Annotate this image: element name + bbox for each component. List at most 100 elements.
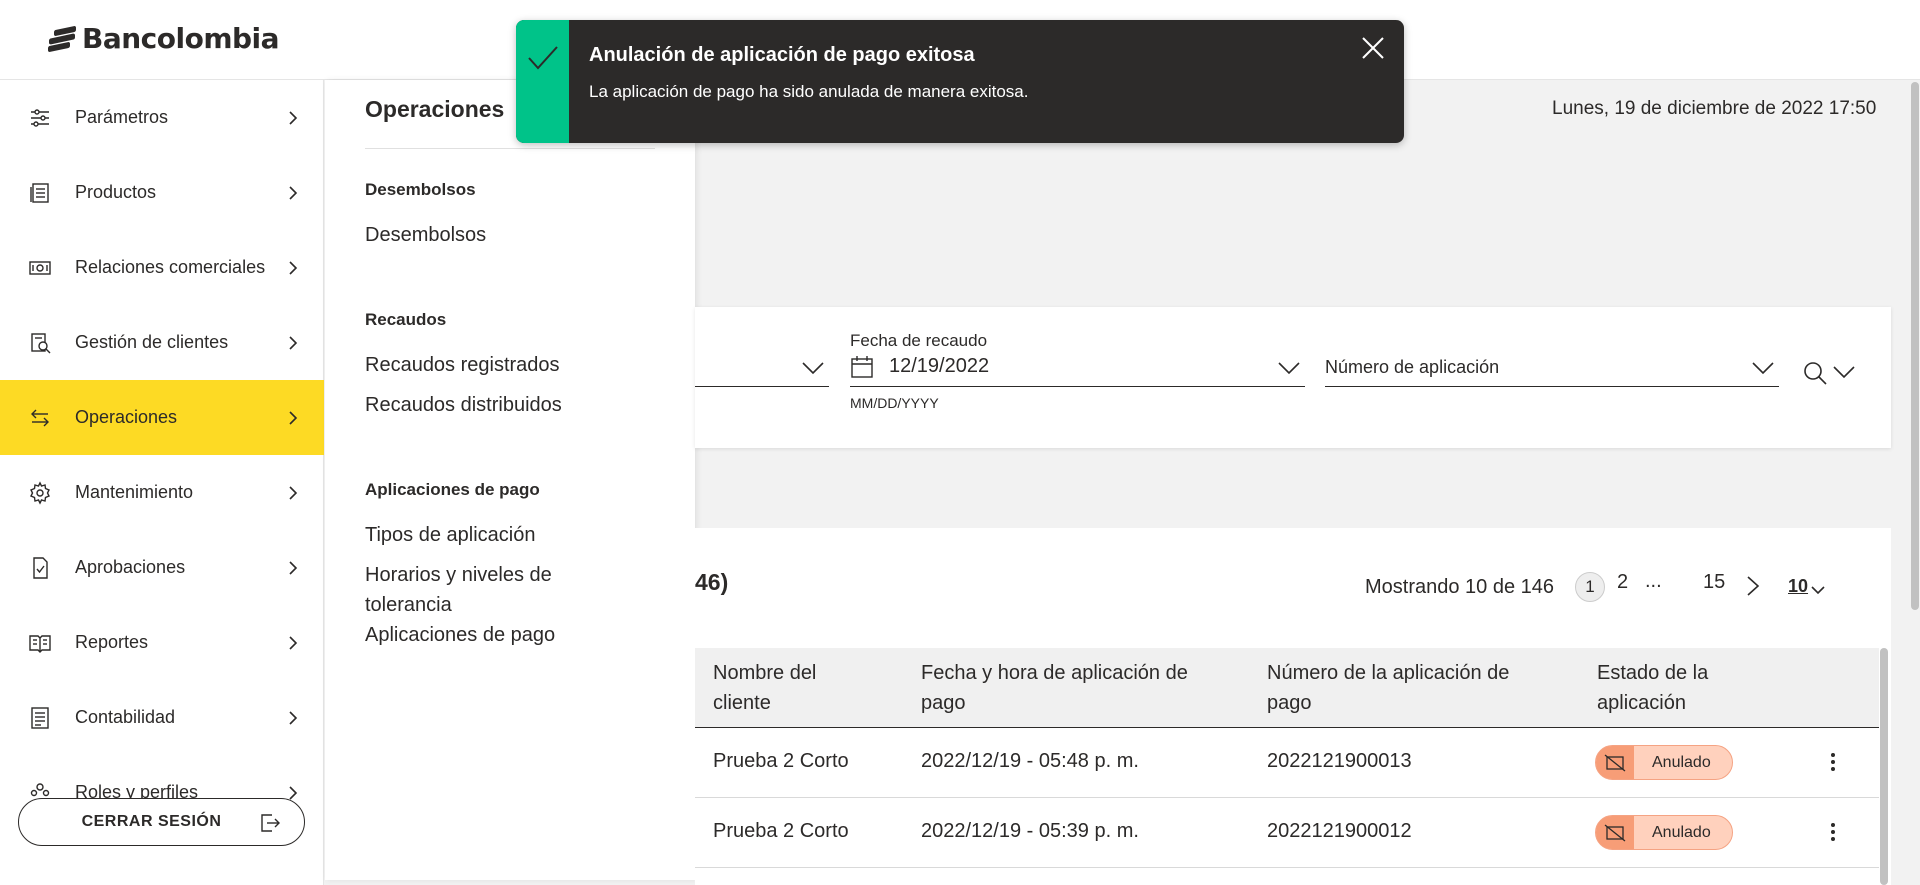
- filter-field-underline: [695, 386, 829, 387]
- sidebar-item-label: Contabilidad: [75, 707, 176, 727]
- cell-fecha: 2022/12/19 - 05:48 p. m.: [921, 750, 1139, 772]
- chevron-right-icon: [286, 110, 300, 125]
- sidebar-item-label: Reportes: [75, 632, 149, 652]
- fecha-field-underline: [850, 386, 1305, 387]
- submenu-link-recaudos-registrados[interactable]: Recaudos registrados: [365, 350, 625, 380]
- sidebar-item-label: Relaciones comerciales: [75, 257, 266, 277]
- submenu-link-desembolsos[interactable]: Desembolsos: [365, 220, 625, 250]
- submenu-group-recaudos: Recaudos: [365, 310, 447, 329]
- toast-success-strip: [516, 20, 569, 143]
- chevron-right-icon: [286, 410, 300, 425]
- submenu-link-recaudos-distribuidos[interactable]: Recaudos distribuidos: [365, 390, 625, 420]
- toast-title: Anulación de aplicación de pago exitosa: [589, 44, 975, 66]
- submenu-link-horarios-tolerancia[interactable]: Horarios y niveles de tolerancia: [365, 560, 625, 620]
- money-bill-icon: [28, 256, 52, 280]
- results-title: 46): [695, 569, 729, 595]
- bancolombia-logo[interactable]: Bancolombia: [48, 22, 280, 55]
- sidebar-item-reportes[interactable]: Reportes: [0, 605, 324, 680]
- book-open-icon: [28, 631, 52, 655]
- table-scrollbar[interactable]: [1880, 648, 1888, 885]
- chevron-right-icon: [286, 335, 300, 350]
- sidebar-item-label: Mantenimiento: [75, 482, 194, 502]
- sidebar-item-label: Productos: [75, 182, 157, 202]
- sidebar: Parámetros Productos Relaciones comercia…: [0, 80, 324, 885]
- sidebar-item-mantenimiento[interactable]: Mantenimiento: [0, 455, 324, 530]
- cancelled-icon: [1596, 816, 1634, 849]
- search-icon[interactable]: [1802, 360, 1828, 386]
- page-2-button[interactable]: 2: [1617, 571, 1628, 594]
- submenu-group-aplicaciones-pago: Aplicaciones de pago: [365, 480, 540, 499]
- sidebar-item-relaciones-comerciales[interactable]: Relaciones comerciales: [0, 230, 324, 305]
- close-icon[interactable]: [1360, 35, 1386, 61]
- table-row: Prueba 2 Corto 2022/12/19 - 05:48 p. m. …: [695, 728, 1879, 798]
- sidebar-item-label: Aprobaciones: [75, 557, 186, 577]
- filter-card: Fecha de recaudo 12/19/2022 MM/DD/YYYY N…: [695, 307, 1891, 448]
- submenu-group-desembolsos: Desembolsos: [365, 180, 476, 199]
- column-header-cliente: Nombre del cliente: [713, 662, 817, 714]
- row-actions-menu-icon[interactable]: [1828, 820, 1838, 844]
- fecha-recaudo-input[interactable]: 12/19/2022: [889, 355, 989, 378]
- chevron-right-icon: [286, 635, 300, 650]
- chevron-down-icon[interactable]: [802, 361, 824, 375]
- page-scrollbar[interactable]: [1911, 82, 1919, 610]
- submenu-link-tipos-aplicacion[interactable]: Tipos de aplicación: [365, 520, 625, 550]
- column-header-estado: Estado de la aplicación: [1597, 662, 1709, 714]
- divider: [365, 148, 655, 149]
- logo-text: Bancolombia: [82, 22, 280, 55]
- logout-button[interactable]: CERRAR SESIÓN: [18, 798, 305, 846]
- document-check-icon: [28, 556, 52, 580]
- page-1-button[interactable]: 1: [1575, 572, 1605, 602]
- results-count: Mostrando 10 de 146: [1365, 576, 1555, 598]
- sidebar-item-operaciones[interactable]: Operaciones: [0, 380, 324, 455]
- page-size-select[interactable]: 10: [1788, 576, 1808, 597]
- numero-aplicacion-input[interactable]: Número de aplicación: [1325, 357, 1499, 378]
- check-icon: [527, 44, 559, 143]
- column-header-fecha: Fecha y hora de aplicación de pago: [921, 662, 1188, 714]
- sidebar-item-label: Gestión de clientes: [75, 332, 229, 352]
- chevron-right-icon: [286, 260, 300, 275]
- status-badge-label: Anulado: [1652, 823, 1711, 841]
- column-header-numero: Número de la aplicación de pago: [1267, 662, 1510, 714]
- sliders-icon: [28, 106, 52, 130]
- chevron-down-icon[interactable]: [1833, 365, 1855, 379]
- sidebar-item-contabilidad[interactable]: Contabilidad: [0, 680, 324, 755]
- arrows-exchange-icon: [28, 406, 52, 430]
- results-card: 46) Mostrando 10 de 146 1 2 ... 15 10 No…: [695, 528, 1891, 885]
- chevron-right-icon: [286, 560, 300, 575]
- sidebar-item-label: Operaciones: [75, 407, 178, 427]
- chevron-down-icon[interactable]: [1752, 361, 1774, 375]
- status-badge-label: Anulado: [1652, 753, 1711, 771]
- calendar-icon[interactable]: [850, 355, 874, 379]
- chevron-right-icon: [286, 485, 300, 500]
- page-15-button[interactable]: 15: [1703, 571, 1725, 594]
- table-header: Nombre del cliente Fecha y hora de aplic…: [695, 648, 1879, 728]
- row-actions-menu-icon[interactable]: [1828, 750, 1838, 774]
- next-page-icon[interactable]: [1745, 575, 1761, 597]
- sidebar-item-productos[interactable]: Productos: [0, 155, 324, 230]
- chevron-right-icon: [286, 185, 300, 200]
- client-search-icon: [28, 331, 52, 355]
- cell-cliente: Prueba 2 Corto: [713, 750, 849, 772]
- document-list-icon: [28, 181, 52, 205]
- submenu-title: Operaciones: [365, 96, 505, 122]
- logout-label: CERRAR SESIÓN: [81, 813, 222, 830]
- status-badge: Anulado: [1595, 815, 1733, 850]
- chevron-right-icon: [286, 785, 300, 800]
- current-date: Lunes, 19 de diciembre de 2022 17:50: [1552, 98, 1877, 119]
- sidebar-item-gestion-clientes[interactable]: Gestión de clientes: [0, 305, 324, 380]
- chevron-down-icon[interactable]: [1278, 361, 1300, 375]
- ledger-icon: [28, 706, 52, 730]
- sidebar-item-aprobaciones[interactable]: Aprobaciones: [0, 530, 324, 605]
- cell-cliente: Prueba 2 Corto: [713, 820, 849, 842]
- gear-icon: [28, 480, 52, 505]
- toast-message: La aplicación de pago ha sido anulada de…: [589, 82, 1029, 101]
- submenu-link-aplicaciones-pago[interactable]: Aplicaciones de pago: [365, 620, 625, 650]
- sidebar-item-parametros[interactable]: Parámetros: [0, 80, 324, 155]
- cell-fecha: 2022/12/19 - 05:39 p. m.: [921, 820, 1139, 842]
- sidebar-item-label: Parámetros: [75, 107, 169, 127]
- status-badge: Anulado: [1595, 745, 1733, 780]
- fecha-format-help: MM/DD/YYYY: [850, 395, 939, 411]
- chevron-down-icon[interactable]: [1811, 582, 1825, 595]
- chevron-right-icon: [286, 710, 300, 725]
- table-row: Prueba 2 Corto 2022/12/19 - 05:39 p. m. …: [695, 798, 1879, 868]
